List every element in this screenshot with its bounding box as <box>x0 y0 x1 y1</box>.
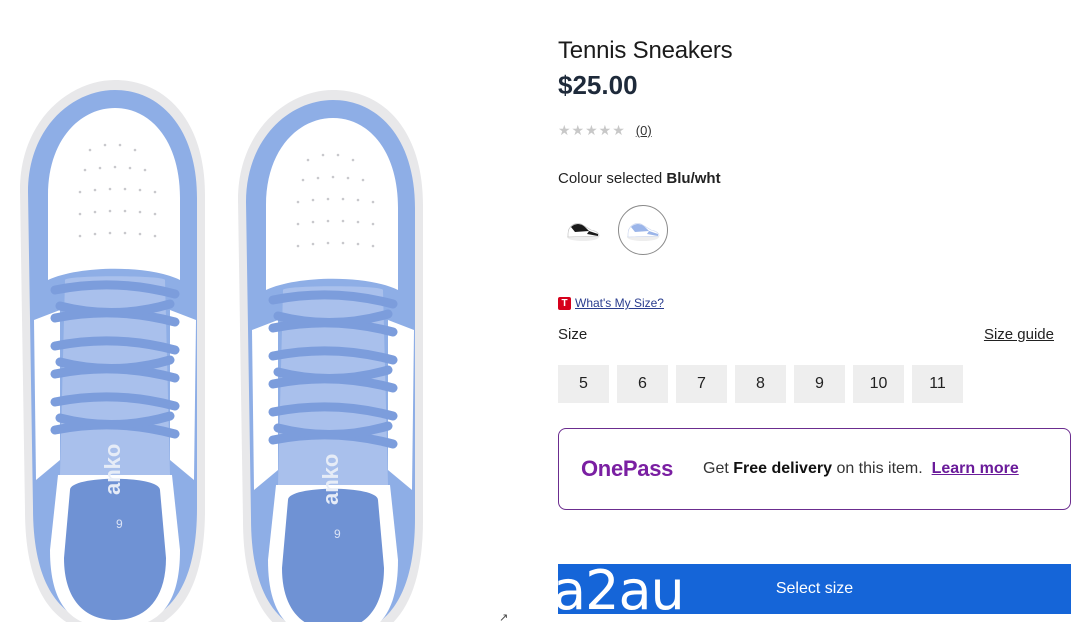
whats-my-size-link[interactable]: What's My Size? <box>575 296 664 310</box>
size-option-6[interactable]: 6 <box>617 365 668 403</box>
product-image[interactable]: anko anko 9 9 <box>0 40 530 622</box>
insole-size-right: 9 <box>334 527 341 541</box>
onepass-message: Get Free delivery on this item. Learn mo… <box>703 460 1033 478</box>
onepass-text-bold: Free delivery <box>733 460 832 477</box>
size-label: Size <box>558 326 588 343</box>
onepass-logo: OnePass <box>581 456 674 481</box>
insole-brand-left: anko <box>100 444 125 495</box>
colour-swatch-black-white[interactable] <box>558 205 608 255</box>
whats-my-size[interactable]: T What's My Size? <box>558 296 664 310</box>
size-guide-link[interactable]: Size guide <box>984 326 1054 343</box>
colour-value: Blu/wht <box>666 170 721 187</box>
colour-swatch-blue-white[interactable] <box>618 205 668 255</box>
product-price: $25.00 <box>558 70 638 100</box>
expand-icon[interactable]: ↗ <box>499 611 508 622</box>
rating-stars-icon: ★★★★★ <box>558 122 626 138</box>
colour-label-text: Colour selected <box>558 170 663 187</box>
size-header: Size Size guide <box>558 326 1054 343</box>
target-logo-icon: T <box>558 296 571 310</box>
onepass-text-suffix: on this item. <box>836 460 923 477</box>
size-option-11[interactable]: 11 <box>912 365 963 403</box>
product-title: Tennis Sneakers <box>558 37 733 64</box>
size-option-10[interactable]: 10 <box>853 365 904 403</box>
onepass-text-prefix: Get <box>703 460 729 477</box>
rating: ★★★★★ (0) <box>558 122 652 139</box>
colour-label: Colour selected Blu/wht <box>558 170 721 187</box>
size-option-7[interactable]: 7 <box>676 365 727 403</box>
watermark-text: a2au <box>553 559 685 622</box>
size-option-9[interactable]: 9 <box>794 365 845 403</box>
size-option-8[interactable]: 8 <box>735 365 786 403</box>
learn-more-link[interactable]: Learn more <box>932 460 1019 477</box>
insole-size-left: 9 <box>116 517 123 531</box>
onepass-banner: OnePass Get Free delivery on this item. … <box>558 428 1071 510</box>
product-details: Tennis Sneakers $25.00 ★★★★★ (0) Colour … <box>558 0 1072 622</box>
size-option-5[interactable]: 5 <box>558 365 609 403</box>
size-options: 5 6 7 8 9 10 11 <box>558 365 963 403</box>
review-count-link[interactable]: (0) <box>636 123 652 138</box>
colour-swatches <box>558 205 668 255</box>
insole-brand-right: anko <box>318 454 343 505</box>
